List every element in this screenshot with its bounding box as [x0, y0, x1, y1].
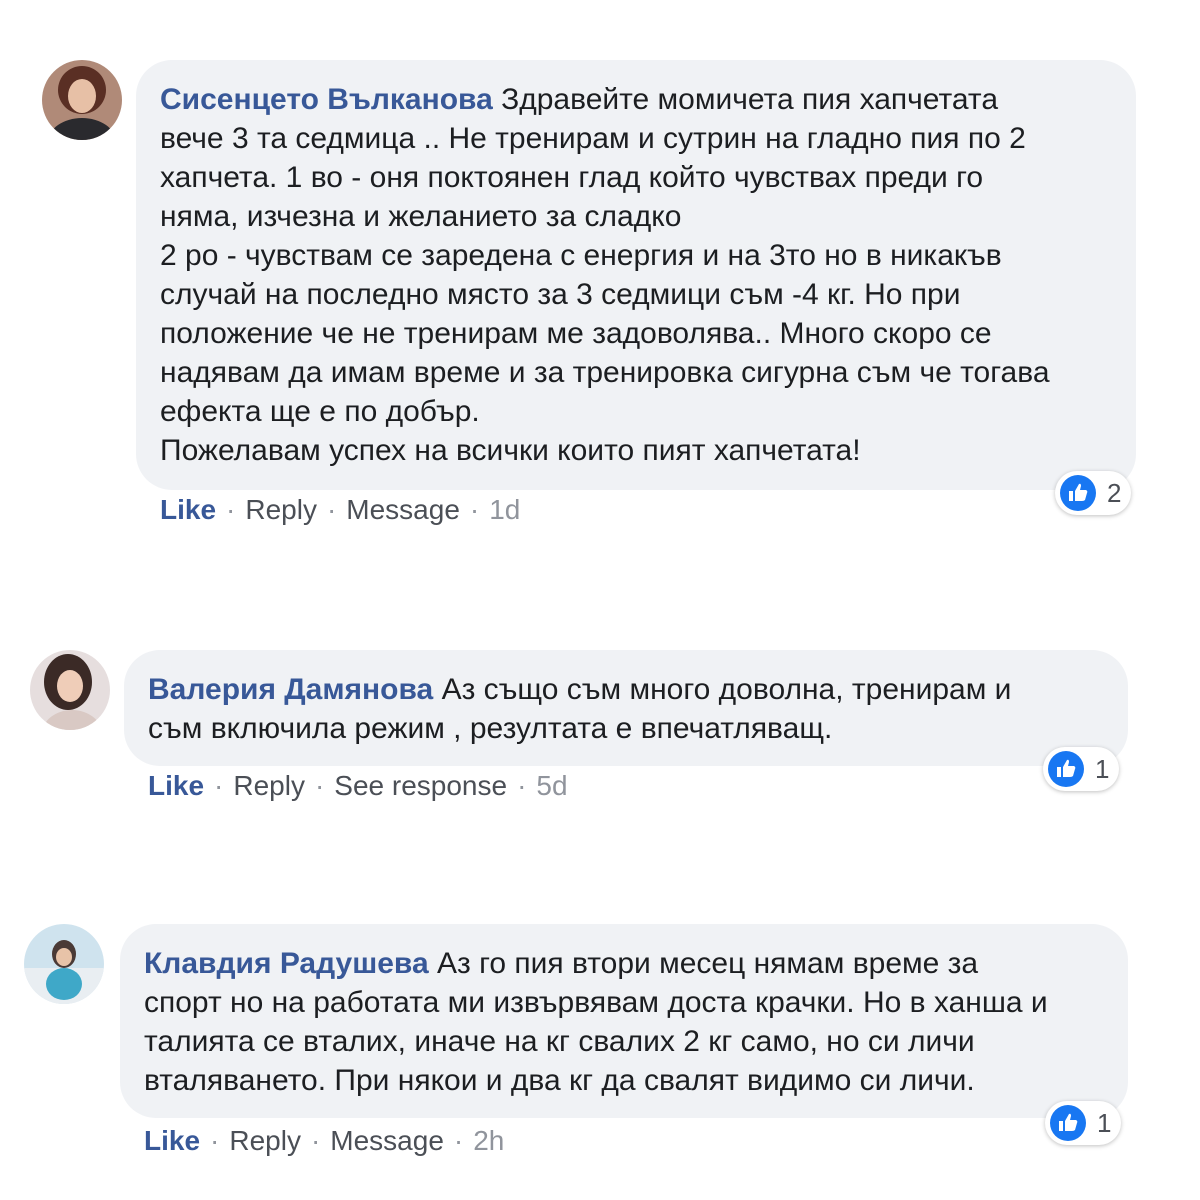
separator: ·	[226, 494, 236, 525]
separator: ·	[517, 770, 527, 801]
timestamp[interactable]: 1d	[489, 494, 520, 525]
reaction-count: 1	[1097, 1107, 1112, 1138]
comment-line: хапчета. 1 во - оня поктоянен глад който…	[160, 161, 984, 194]
comment-actions: Like · Reply · Message · 2h	[144, 1125, 504, 1157]
author-name[interactable]: Валерия Дамянова	[148, 673, 433, 706]
author-name[interactable]: Сисенцето Вълканова	[160, 83, 493, 116]
avatar[interactable]	[24, 924, 104, 1004]
reaction-badge[interactable]: 2	[1055, 471, 1132, 515]
reaction-badge[interactable]: 1	[1043, 747, 1120, 791]
reaction-badge[interactable]: 1	[1045, 1101, 1122, 1145]
separator: ·	[210, 1125, 220, 1156]
author-name[interactable]: Клавдия Радушева	[144, 947, 429, 980]
comment-line: Сисенцето Вълканова Здравейте момичета п…	[160, 83, 999, 116]
comment-line: вече 3 та седмица .. Не тренирам и сутри…	[160, 122, 1026, 155]
message-link[interactable]: Message	[330, 1125, 444, 1156]
see-response-link[interactable]: See response	[334, 770, 507, 801]
comment-line: няма, изчезна и желанието за сладко	[160, 200, 682, 233]
like-link[interactable]: Like	[148, 770, 204, 801]
comment-line: Валерия Дамянова Аз също съм много довол…	[148, 673, 1012, 706]
comment-line: спорт но на работата ми извървявам доста…	[144, 986, 1048, 1019]
separator: ·	[469, 494, 480, 525]
comment-line: ефекта ще е по добър.	[160, 395, 480, 428]
reply-link[interactable]: Reply	[245, 494, 317, 525]
avatar-photo	[24, 924, 104, 1004]
thumbs-up-icon	[1048, 751, 1084, 787]
separator: ·	[314, 770, 325, 801]
reaction-count: 1	[1095, 753, 1110, 784]
comment-actions: Like · Reply · See response · 5d	[148, 770, 568, 802]
reply-link[interactable]: Reply	[229, 1125, 301, 1156]
message-link[interactable]: Message	[346, 494, 460, 525]
timestamp[interactable]: 5d	[536, 770, 567, 801]
avatar-photo	[42, 60, 122, 140]
separator: ·	[453, 1125, 464, 1156]
comment-bubble: Клавдия Радушева Аз го пия втори месец н…	[120, 924, 1128, 1118]
reply-link[interactable]: Reply	[233, 770, 305, 801]
comment-line: 2 ро - чувствам се заредена с енергия и …	[160, 239, 1002, 272]
avatar-photo	[30, 650, 110, 730]
timestamp[interactable]: 2h	[473, 1125, 504, 1156]
reaction-count: 2	[1107, 477, 1122, 508]
separator: ·	[214, 770, 224, 801]
comment-actions: Like · Reply · Message · 1d	[160, 494, 520, 526]
avatar[interactable]	[42, 60, 122, 140]
separator: ·	[326, 494, 337, 525]
comment-bubble: Сисенцето Вълканова Здравейте момичета п…	[136, 60, 1136, 490]
comment-line: вталяването. При някои и два кг да сваля…	[144, 1064, 975, 1097]
thumbs-up-icon	[1060, 475, 1096, 511]
comment-line: надявам да имам време и за тренировка си…	[160, 356, 1050, 389]
comment-line: Пожелавам успех на всички които пият хап…	[160, 434, 861, 467]
separator: ·	[310, 1125, 321, 1156]
comment-bubble: Валерия Дамянова Аз също съм много довол…	[124, 650, 1128, 766]
avatar[interactable]	[30, 650, 110, 730]
comment-line: Клавдия Радушева Аз го пия втори месец н…	[144, 947, 979, 980]
like-link[interactable]: Like	[160, 494, 216, 525]
like-link[interactable]: Like	[144, 1125, 200, 1156]
comment-line: случай на последно място за 3 седмици съ…	[160, 278, 961, 311]
comment-line: съм включила режим , резултата е впечатл…	[148, 712, 833, 745]
comment-line: положение че не тренирам ме задоволява..…	[160, 317, 992, 350]
thumbs-up-icon	[1050, 1105, 1086, 1141]
comment-line: талията се вталих, иначе на кг свалих 2 …	[144, 1025, 975, 1058]
